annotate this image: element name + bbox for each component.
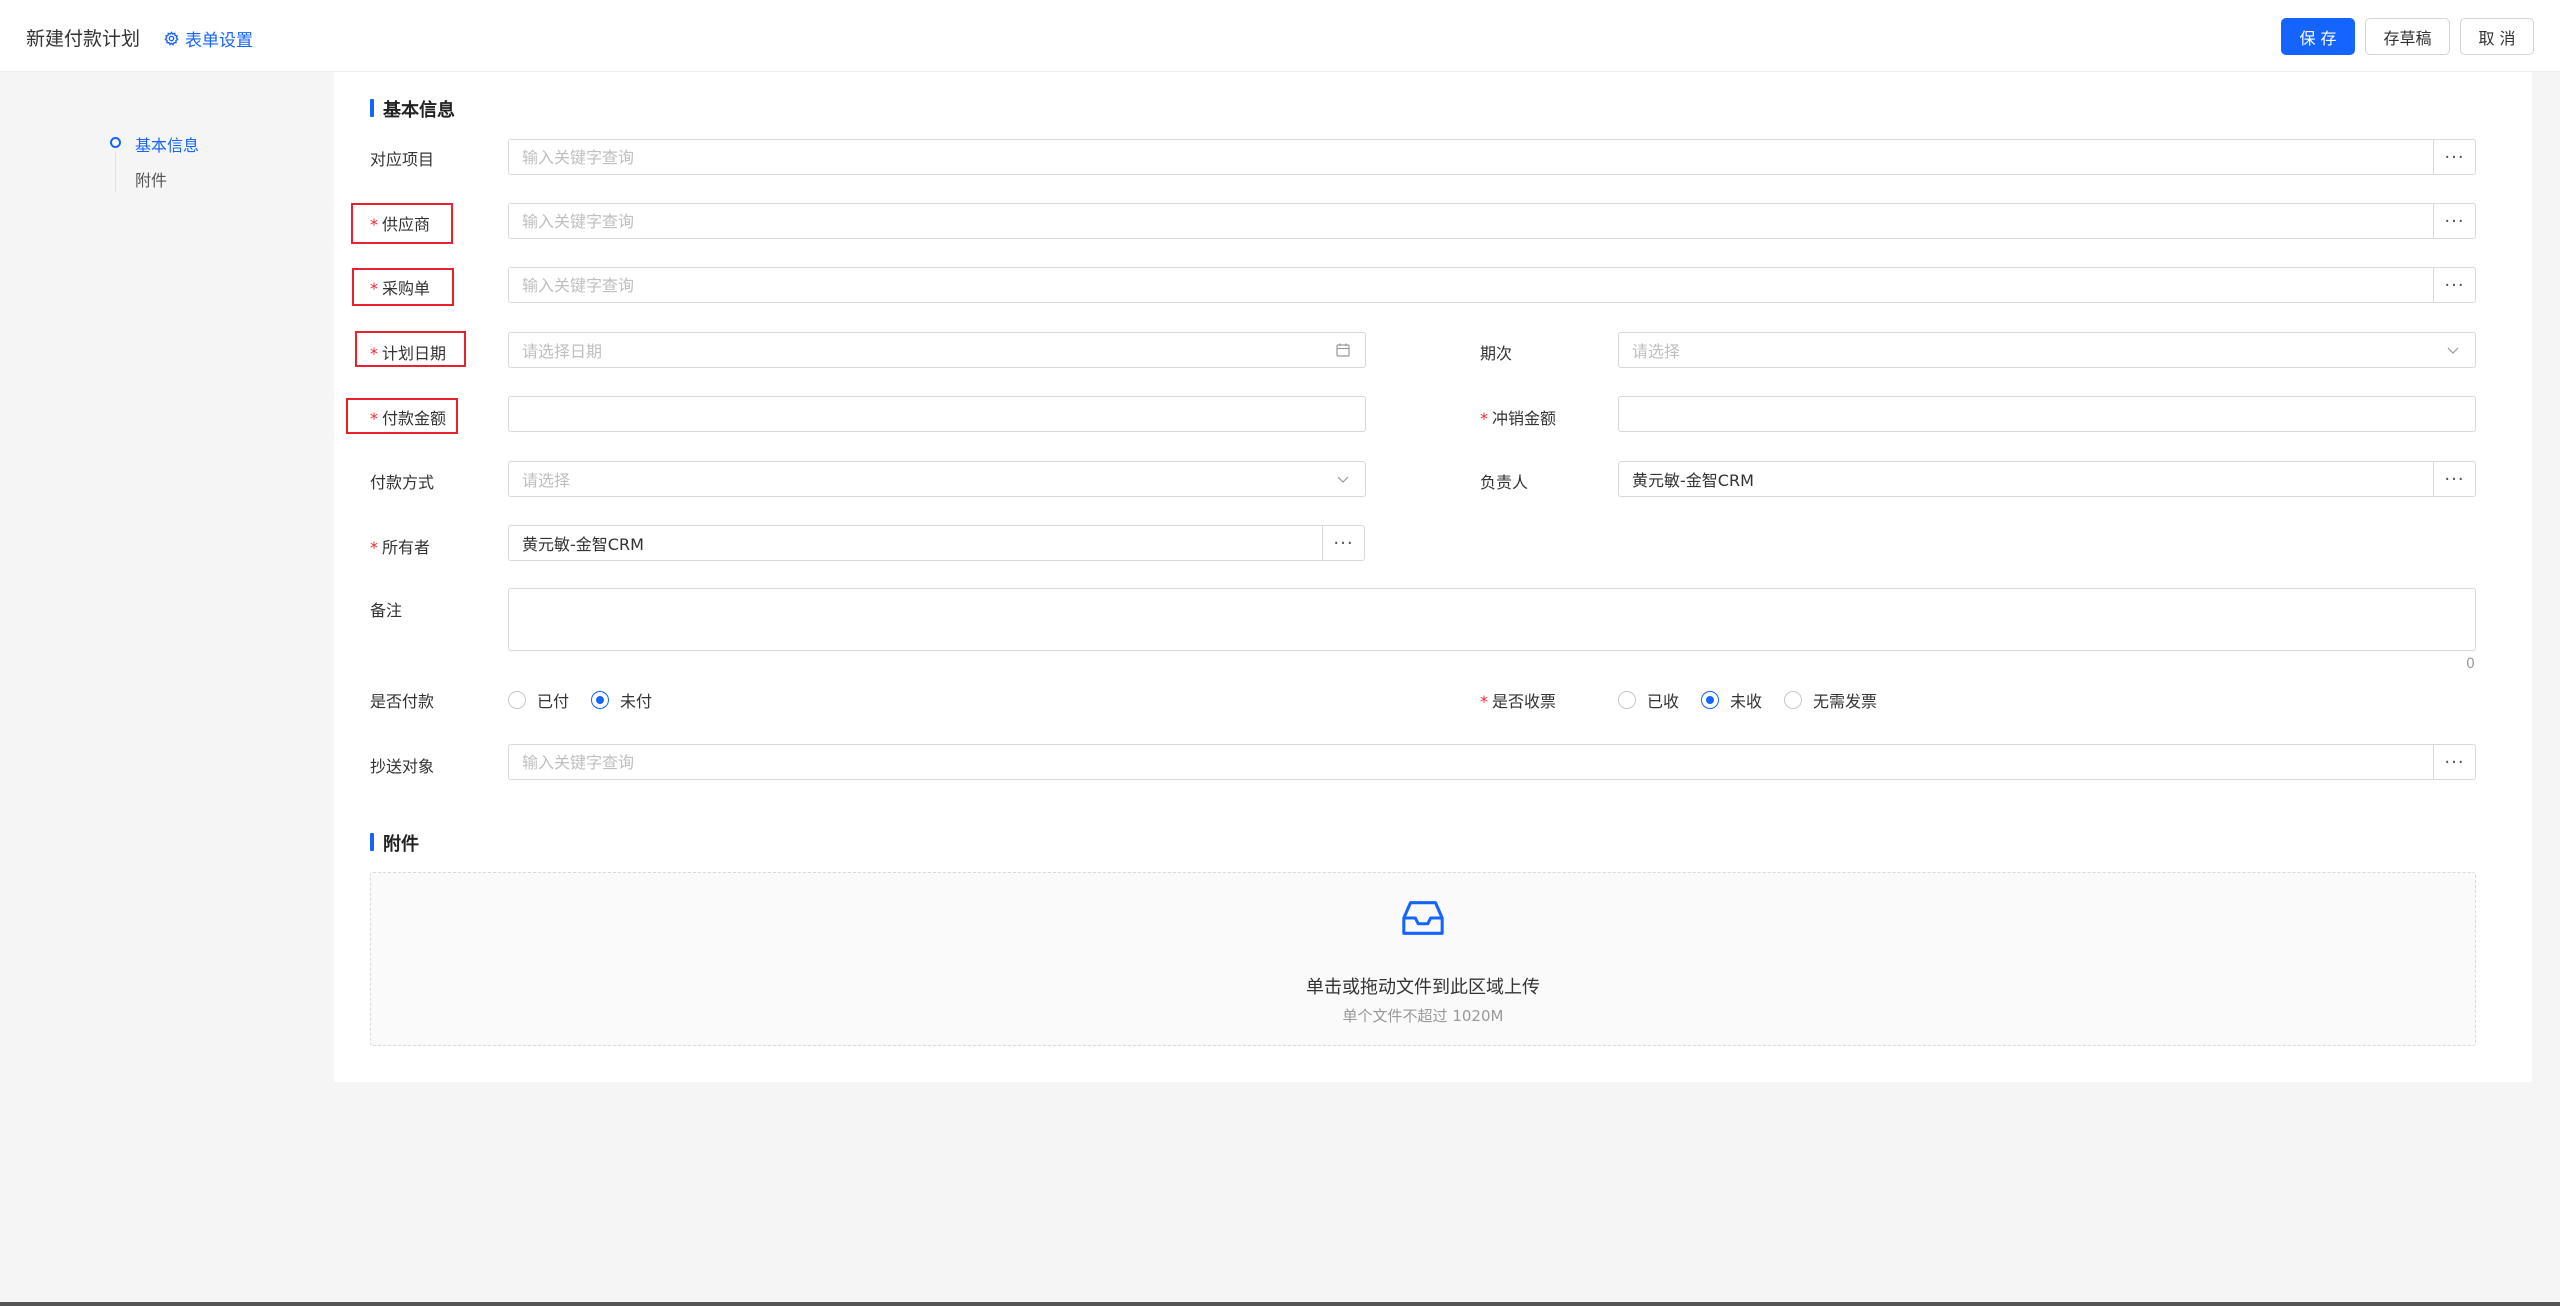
- paid-radio-yes[interactable]: 已付: [508, 688, 569, 712]
- radio-circle: [1784, 691, 1803, 709]
- label-payment-method: 付款方式: [370, 473, 435, 492]
- upload-hint: 单个文件不超过 1020M: [1342, 1007, 1504, 1025]
- amount-input[interactable]: [508, 396, 1366, 432]
- upload-text: 单击或拖动文件到此区域上传: [1306, 977, 1540, 998]
- label-writeoff-amount: * 冲销金额: [1480, 409, 1557, 428]
- cc-input[interactable]: [508, 744, 2434, 780]
- label-amount: * 付款金额: [370, 409, 447, 428]
- nav-item-attachment[interactable]: 附件: [135, 167, 167, 191]
- save-button[interactable]: 保 存: [2281, 18, 2355, 55]
- label-owner: * 所有者: [370, 538, 431, 557]
- label-invoice: * 是否收票: [1480, 692, 1557, 711]
- radio-circle: [508, 691, 526, 709]
- inbox-icon: [1402, 901, 1444, 935]
- paid-radio-no[interactable]: 未付: [591, 688, 652, 712]
- gear-icon: [164, 31, 179, 46]
- upload-dropzone[interactable]: 单击或拖动文件到此区域上传 单个文件不超过 1020M: [370, 872, 2476, 1046]
- form-settings-link[interactable]: 表单设置: [164, 26, 253, 51]
- cc-more-button[interactable]: ···: [2434, 744, 2476, 780]
- invoice-radio-not-needed[interactable]: 无需发票: [1784, 688, 1877, 712]
- paid-radio-group: 已付 未付: [508, 688, 674, 712]
- radio-label: 已收: [1647, 692, 1680, 711]
- label-period: 期次: [1480, 344, 1513, 363]
- cancel-button[interactable]: 取 消: [2460, 18, 2534, 55]
- chevron-down-icon: [1337, 476, 1349, 483]
- remark-char-count: 0: [2466, 656, 2475, 672]
- radio-circle: [591, 691, 610, 709]
- owner-more-button[interactable]: ···: [1323, 525, 1365, 561]
- responsible-input[interactable]: 黄元敏-金智CRM: [1618, 461, 2434, 497]
- writeoff-amount-input[interactable]: [1618, 396, 2476, 432]
- label-cc: 抄送对象: [370, 757, 435, 776]
- plan-date-picker[interactable]: 请选择日期: [508, 332, 1366, 368]
- supplier-input[interactable]: [508, 203, 2434, 239]
- remark-textarea[interactable]: [508, 588, 2476, 651]
- label-supplier: * 供应商: [370, 215, 431, 234]
- project-input[interactable]: [508, 139, 2434, 175]
- payment-method-placeholder: 请选择: [522, 471, 571, 490]
- radio-label: 未收: [1730, 692, 1763, 711]
- label-project: 对应项目: [370, 150, 435, 169]
- invoice-radio-received[interactable]: 已收: [1618, 688, 1679, 712]
- invoice-radio-group: 已收 未收 无需发票: [1618, 688, 1899, 712]
- label-paid: 是否付款: [370, 692, 435, 711]
- invoice-radio-not-received[interactable]: 未收: [1701, 688, 1762, 712]
- payment-method-select[interactable]: 请选择: [508, 461, 1366, 497]
- page-header: 新建付款计划 表单设置 保 存 存草稿 取 消: [0, 0, 2560, 72]
- radio-circle: [1701, 691, 1720, 709]
- project-more-button[interactable]: ···: [2434, 139, 2476, 175]
- responsible-more-button[interactable]: ···: [2434, 461, 2476, 497]
- save-draft-button[interactable]: 存草稿: [2365, 18, 2450, 55]
- radio-label: 无需发票: [1813, 692, 1878, 711]
- purchase-order-input[interactable]: [508, 267, 2434, 303]
- label-purchase-order: * 采购单: [370, 279, 431, 298]
- nav-line: [115, 152, 116, 192]
- plan-date-placeholder: 请选择日期: [522, 342, 603, 361]
- page-title: 新建付款计划: [26, 28, 141, 50]
- purchase-order-more-button[interactable]: ···: [2434, 267, 2476, 303]
- period-select[interactable]: 请选择: [1618, 332, 2476, 368]
- owner-input[interactable]: 黄元敏-金智CRM: [508, 525, 1323, 561]
- supplier-more-button[interactable]: ···: [2434, 203, 2476, 239]
- label-remark: 备注: [370, 601, 403, 620]
- calendar-icon: [1336, 343, 1350, 357]
- bottom-bar: [0, 1302, 2560, 1306]
- period-placeholder: 请选择: [1632, 342, 1681, 361]
- chevron-down-icon: [2447, 347, 2459, 354]
- radio-label: 未付: [620, 692, 653, 711]
- nav-active-dot: [110, 137, 121, 148]
- form-settings-label: 表单设置: [185, 31, 253, 51]
- section-title-attachment: 附件: [370, 830, 419, 856]
- nav-item-basic-info[interactable]: 基本信息: [135, 132, 199, 156]
- radio-label: 已付: [537, 692, 570, 711]
- owner-value: 黄元敏-金智CRM: [522, 535, 644, 554]
- label-plan-date: * 计划日期: [370, 344, 447, 363]
- section-title-basic: 基本信息: [370, 96, 455, 122]
- radio-circle: [1618, 691, 1636, 709]
- responsible-value: 黄元敏-金智CRM: [1632, 471, 1754, 490]
- label-responsible: 负责人: [1480, 473, 1529, 492]
